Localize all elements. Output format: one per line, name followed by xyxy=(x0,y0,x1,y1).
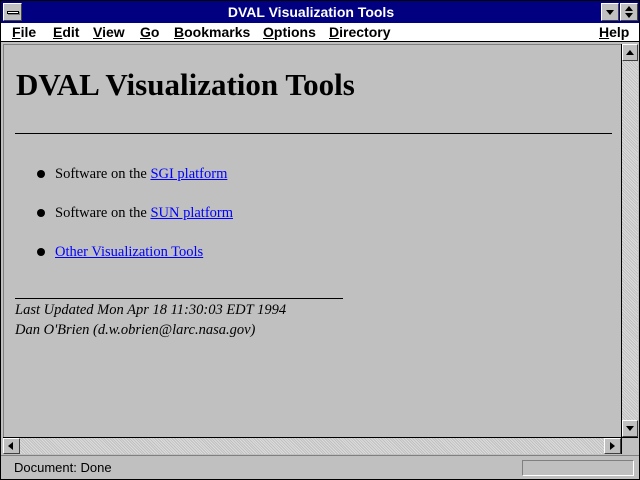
browser-window: DVAL Visualization Tools File Edit View … xyxy=(0,0,640,480)
last-updated: Last Updated Mon Apr 18 11:30:03 EDT 199… xyxy=(15,302,287,318)
list-item-text: Software on the xyxy=(55,166,151,182)
arrow-left-icon xyxy=(8,442,13,450)
horizontal-scrollbar[interactable] xyxy=(3,437,621,454)
size-grip[interactable] xyxy=(621,437,638,454)
menu-directory[interactable]: Directory xyxy=(329,24,390,41)
menu-go[interactable]: Go xyxy=(140,24,159,41)
minimize-icon[interactable] xyxy=(601,3,619,21)
arrow-up-icon xyxy=(626,50,634,55)
arrow-right-icon xyxy=(610,442,615,450)
vertical-scrollbar[interactable] xyxy=(621,44,638,437)
maximize-icon[interactable] xyxy=(620,3,638,21)
sun-platform-link[interactable]: SUN platform xyxy=(150,205,233,221)
menu-view[interactable]: View xyxy=(93,24,125,41)
menu-bookmarks[interactable]: Bookmarks xyxy=(174,24,250,41)
system-menu-icon[interactable] xyxy=(3,3,22,21)
vertical-scroll-track[interactable] xyxy=(622,61,638,420)
scroll-up-button[interactable] xyxy=(622,44,638,61)
author-contact: Dan O'Brien (d.w.obrien@larc.nasa.gov) xyxy=(15,322,256,338)
scroll-down-button[interactable] xyxy=(622,420,638,437)
page-title: DVAL Visualization Tools xyxy=(16,67,355,102)
bullet-icon xyxy=(37,170,45,178)
bullet-icon xyxy=(37,248,45,256)
document-view[interactable]: DVAL Visualization Tools Software on the… xyxy=(3,44,621,437)
list-item-text: Software on the xyxy=(55,205,151,221)
other-tools-link[interactable]: Other Visualization Tools xyxy=(55,244,203,260)
title-bar[interactable]: DVAL Visualization Tools xyxy=(1,1,639,23)
bullet-icon xyxy=(37,209,45,217)
menu-options[interactable]: Options xyxy=(263,24,316,41)
status-text: Document: Done xyxy=(14,460,112,475)
address-rule xyxy=(15,298,343,299)
scroll-right-button[interactable] xyxy=(604,438,621,454)
horizontal-rule xyxy=(15,133,612,134)
sgi-platform-link[interactable]: SGI platform xyxy=(150,166,227,182)
menu-bar: File Edit View Go Bookmarks Options Dire… xyxy=(1,23,639,42)
status-bar: Document: Done xyxy=(1,455,639,479)
menu-edit[interactable]: Edit xyxy=(53,24,79,41)
horizontal-scroll-track[interactable] xyxy=(20,438,604,454)
window-title: DVAL Visualization Tools xyxy=(227,4,395,20)
progress-indicator xyxy=(522,460,634,476)
arrow-down-icon xyxy=(626,426,634,431)
menu-help[interactable]: Help xyxy=(599,24,629,41)
menu-file[interactable]: File xyxy=(12,24,36,41)
scroll-left-button[interactable] xyxy=(3,438,20,454)
